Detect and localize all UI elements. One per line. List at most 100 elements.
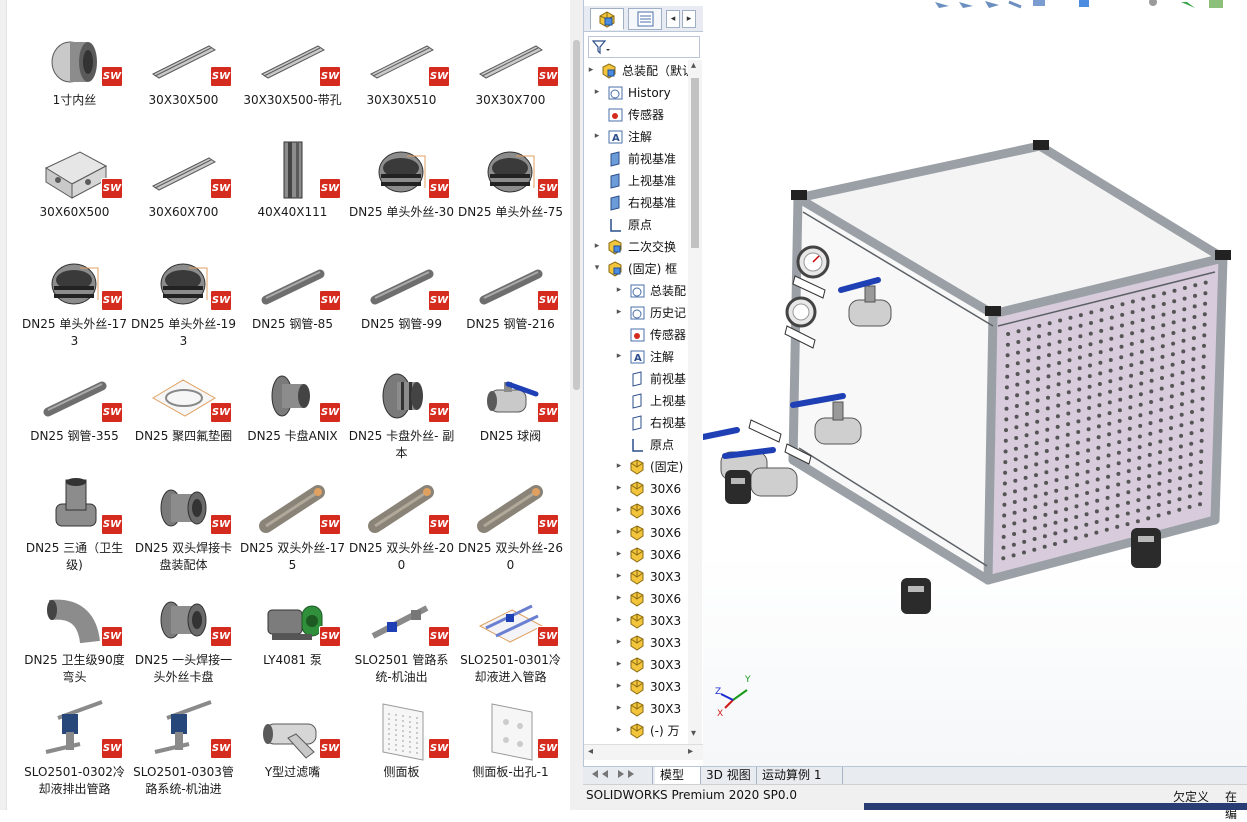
tree-node[interactable]: 上视基准 <box>584 170 690 192</box>
file-item[interactable]: SW SLO2501-0303管路系统-机油进 <box>129 694 238 804</box>
expand-arrow-icon[interactable]: ▸ <box>592 86 602 98</box>
file-item[interactable]: SW 30X30X510 <box>347 22 456 132</box>
tab-feature-tree[interactable] <box>590 8 624 30</box>
tree-node[interactable]: ▸ 总装配 <box>584 280 690 302</box>
tab-model[interactable]: 模型 <box>655 767 701 784</box>
tree-node[interactable]: ▸ 30X3 <box>584 698 690 720</box>
file-item[interactable]: SW DN25 钢管-99 <box>347 246 456 356</box>
file-item[interactable]: SW 30X60X700 <box>129 134 238 244</box>
file-item[interactable]: SW DN25 卡盘ANIX <box>238 358 347 468</box>
tree-node[interactable]: ▸ 30X6 <box>584 522 690 544</box>
file-item[interactable]: SW DN25 聚四氟垫圈 <box>129 358 238 468</box>
tab-nav-arrows[interactable] <box>583 767 653 784</box>
tree-node[interactable]: 右视基 <box>584 412 690 434</box>
tabs-scroll-left-icon[interactable]: ◂ <box>666 10 680 28</box>
file-item[interactable]: SW DN25 单头外丝-173 <box>20 246 129 356</box>
scroll-down-icon[interactable]: ▾ <box>691 728 696 739</box>
scroll-left-icon[interactable]: ◂ <box>588 746 593 757</box>
file-item[interactable]: SW DN25 单头外丝-193 <box>129 246 238 356</box>
cabinet-assembly-model[interactable]: Y X Z <box>703 0 1247 790</box>
tree-node[interactable]: ▸ 30X3 <box>584 566 690 588</box>
expand-arrow-icon[interactable]: ▸ <box>592 240 602 252</box>
expand-arrow-icon[interactable]: ▸ <box>614 504 624 516</box>
tree-node[interactable]: ▸ 30X3 <box>584 654 690 676</box>
expand-arrow-icon[interactable]: ▸ <box>614 680 624 692</box>
tree-node[interactable]: ▸ A 注解 <box>584 346 690 368</box>
file-item[interactable]: SW 侧面板 <box>347 694 456 804</box>
scroll-up-icon[interactable]: ▴ <box>691 60 696 71</box>
file-item[interactable]: SW DN25 三通（卫生级) <box>20 470 129 580</box>
graphics-viewport[interactable]: Y X Z <box>703 0 1247 790</box>
tree-node[interactable]: 上视基 <box>584 390 690 412</box>
tree-node[interactable]: ▸ 30X6 <box>584 500 690 522</box>
tree-node[interactable]: 传感器 <box>584 104 690 126</box>
expand-arrow-icon[interactable]: ▸ <box>614 614 624 626</box>
file-item[interactable]: SW DN25 钢管-216 <box>456 246 565 356</box>
file-item[interactable]: SW LY4081 泵 <box>238 582 347 692</box>
tree-node[interactable]: ▸ 总装配（默认 <box>584 60 690 82</box>
file-item[interactable]: SW DN25 钢管-355 <box>20 358 129 468</box>
expand-arrow-icon[interactable]: ▸ <box>614 592 624 604</box>
expand-arrow-icon[interactable]: ▸ <box>614 526 624 538</box>
tree-node[interactable]: 传感器 <box>584 324 690 346</box>
file-item[interactable]: SW 30X30X500 <box>129 22 238 132</box>
tree-node[interactable]: ▸ 30X3 <box>584 610 690 632</box>
tree-node[interactable]: ▸ 30X6 <box>584 544 690 566</box>
tree-node[interactable]: ▸ (-) 万 <box>584 720 690 742</box>
tree-node[interactable]: 前视基 <box>584 368 690 390</box>
tree-node[interactable]: 原点 <box>584 214 690 236</box>
expand-arrow-icon[interactable]: ▸ <box>614 548 624 560</box>
tree-node[interactable]: ▸ 历史记 <box>584 302 690 324</box>
expand-arrow-icon[interactable]: ▸ <box>614 482 624 494</box>
feature-tree-hscrollbar[interactable]: ◂ ▸ <box>584 744 704 760</box>
tab-3d-view[interactable]: 3D 视图 <box>701 767 757 784</box>
tree-node[interactable]: ▸ 30X6 <box>584 478 690 500</box>
tab-arrows-icon[interactable] <box>588 767 648 781</box>
expand-arrow-icon[interactable]: ▸ <box>614 460 624 472</box>
expand-arrow-icon[interactable]: ▸ <box>614 306 624 318</box>
file-item[interactable]: SW DN25 双头焊接卡盘装配体 <box>129 470 238 580</box>
tree-node[interactable]: ▾ (固定) 框 <box>584 258 690 280</box>
file-item[interactable]: SW DN25 双头外丝-175 <box>238 470 347 580</box>
expand-arrow-icon[interactable]: ▸ <box>614 570 624 582</box>
file-item[interactable]: SW DN25 钢管-85 <box>238 246 347 356</box>
file-item[interactable]: SW DN25 双头外丝-260 <box>456 470 565 580</box>
file-item[interactable]: SW SLO2501-0301冷却液进入管路 <box>456 582 565 692</box>
expand-arrow-icon[interactable]: ▸ <box>614 284 624 296</box>
file-item[interactable]: SW DN25 一头焊接一头外丝卡盘 <box>129 582 238 692</box>
file-item[interactable]: SW 40X40X111 <box>238 134 347 244</box>
file-item[interactable]: SW DN25 卡盘外丝- 副本 <box>347 358 456 468</box>
tab-motion-study[interactable]: 运动算例 1 <box>757 767 843 784</box>
file-item[interactable]: SW DN25 单头外丝-75 <box>456 134 565 244</box>
tab-property-manager[interactable] <box>628 8 662 30</box>
file-item[interactable]: SW 30X30X700 <box>456 22 565 132</box>
tree-node[interactable]: ▸ A 注解 <box>584 126 690 148</box>
tabs-scroll-right-icon[interactable]: ▸ <box>682 10 696 28</box>
explorer-scroll-thumb[interactable] <box>573 40 580 390</box>
tree-node[interactable]: ▸ 30X6 <box>584 588 690 610</box>
tree-node[interactable]: 原点 <box>584 434 690 456</box>
feature-tree-scrollbar[interactable]: ▴ ▾ <box>688 60 702 744</box>
file-item[interactable]: SW DN25 卫生级90度弯头 <box>20 582 129 692</box>
tree-node[interactable]: ▸ 30X3 <box>584 632 690 654</box>
file-item[interactable]: SW DN25 双头外丝-200 <box>347 470 456 580</box>
feature-tree-scroll-thumb[interactable] <box>691 78 699 248</box>
tree-node[interactable]: ▸ (固定) <box>584 456 690 478</box>
expand-arrow-icon[interactable]: ▸ <box>592 130 602 142</box>
tree-node[interactable]: 前视基准 <box>584 148 690 170</box>
file-item[interactable]: SW 30X30X500-带孔 <box>238 22 347 132</box>
explorer-scrollbar[interactable] <box>570 0 583 810</box>
tree-filter-box[interactable] <box>588 36 700 58</box>
file-item[interactable]: SW Y型过滤嘴 <box>238 694 347 804</box>
file-item[interactable]: SW SLO2501-0302冷却液排出管路 <box>20 694 129 804</box>
tree-node[interactable]: ▸ History <box>584 82 690 104</box>
expand-arrow-icon[interactable]: ▸ <box>614 702 624 714</box>
filter-icon[interactable] <box>589 37 613 57</box>
expand-arrow-icon[interactable]: ▸ <box>614 724 624 736</box>
heads-up-toolbar[interactable] <box>935 0 1223 9</box>
expand-arrow-icon[interactable]: ▸ <box>614 636 624 648</box>
expand-arrow-icon[interactable]: ▸ <box>614 350 624 362</box>
expand-arrow-icon[interactable]: ▸ <box>586 64 596 76</box>
collapse-arrow-icon[interactable]: ▾ <box>592 262 602 274</box>
file-item[interactable]: SW 30X60X500 <box>20 134 129 244</box>
